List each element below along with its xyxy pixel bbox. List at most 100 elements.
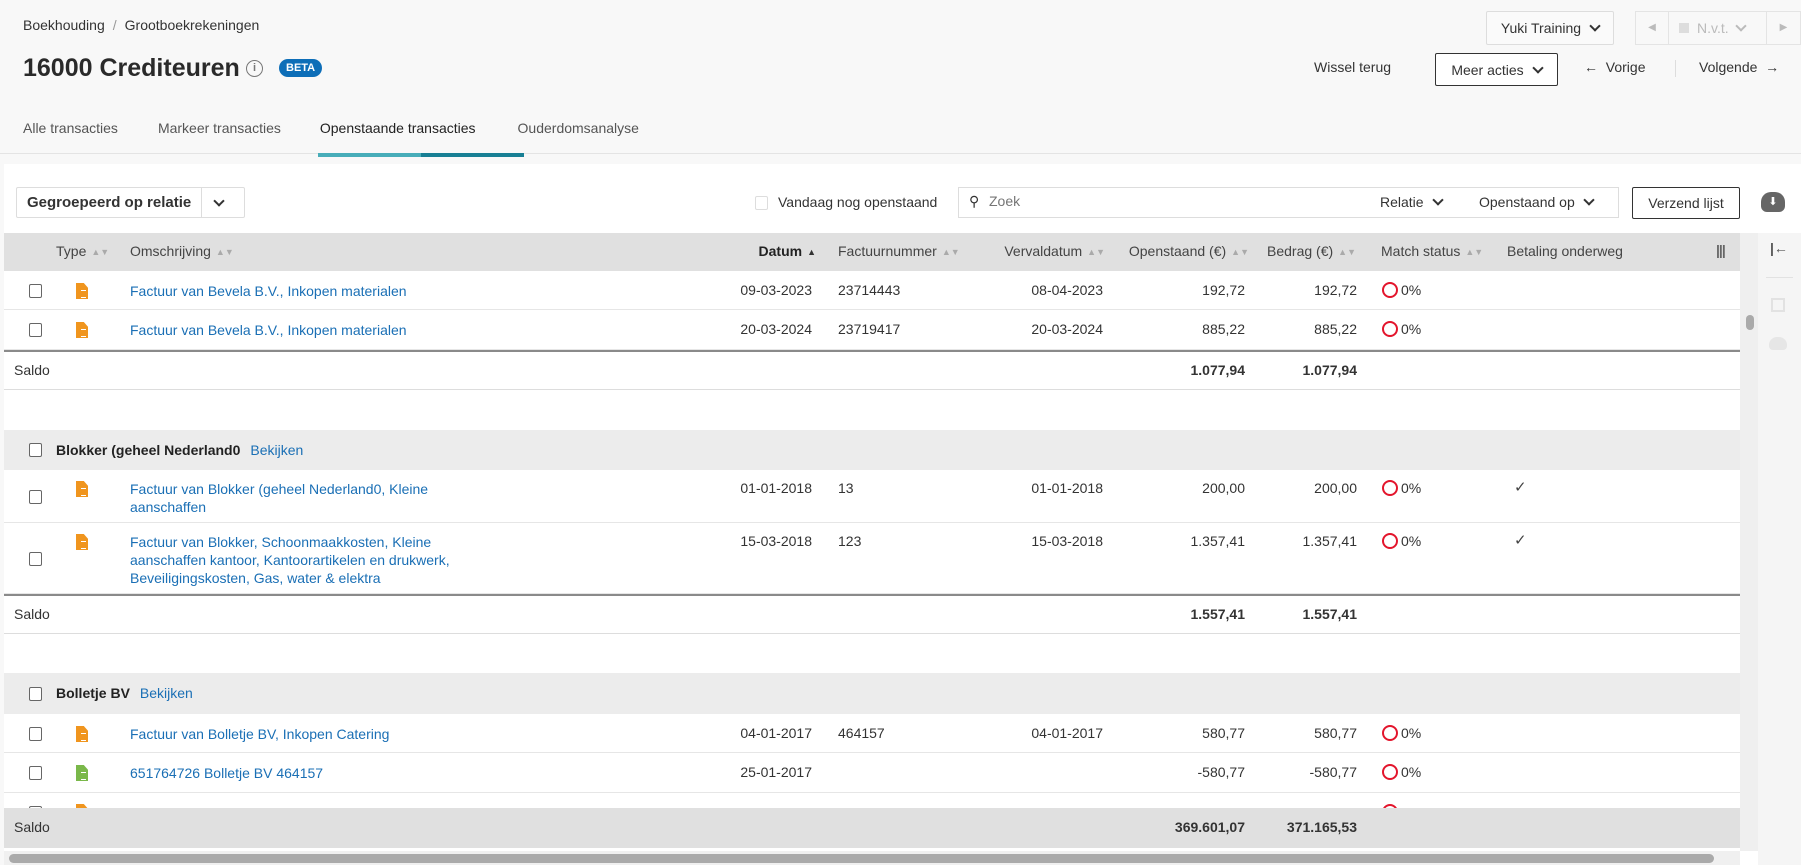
row-open-amount: 192,72: [1202, 282, 1245, 298]
saldo-label: Saldo: [14, 362, 50, 378]
match-percentage: 0%: [1401, 321, 1422, 337]
row-description[interactable]: Factuur van Blokker (geheel Nederland0, …: [130, 480, 460, 516]
payment-underway-check-icon: ✓: [1514, 479, 1527, 496]
period-prev-icon[interactable]: ◀: [1636, 12, 1669, 44]
chevron-down-icon: [1532, 61, 1544, 74]
column-header-open[interactable]: Openstaand (€) ▲▼: [1114, 243, 1249, 259]
group-view-link[interactable]: Bekijken: [140, 685, 193, 701]
table-row: Factuur van Blokker, Schoonmaakkosten, K…: [4, 523, 1740, 594]
payment-document-icon: [76, 765, 88, 781]
row-amount: 1.357,41: [1302, 533, 1358, 549]
previous-label: Vorige: [1605, 59, 1646, 75]
row-amount: -580,77: [1309, 764, 1357, 780]
tab-markeer-transacties[interactable]: Markeer transacties: [158, 120, 281, 136]
row-checkbox[interactable]: [29, 766, 42, 780]
breadcrumb-boekhouding[interactable]: Boekhouding: [23, 17, 105, 33]
row-description[interactable]: 651764726 Bolletje BV 464157: [130, 764, 460, 782]
match-percentage: 0%: [1401, 282, 1422, 298]
match-percentage: 0%: [1401, 480, 1422, 496]
breadcrumb: Boekhouding / Grootboekrekeningen: [23, 17, 259, 33]
table-row: Factuur van Bevela B.V., Inkopen materia…: [4, 310, 1740, 350]
invoice-document-icon: [76, 726, 88, 742]
group-header: Blokker (geheel Nederland0 Bekijken: [4, 430, 1740, 470]
row-match-status: 0%: [1382, 533, 1421, 549]
saldo-row: Saldo 1.557,41 1.557,41: [4, 594, 1740, 634]
next-label: Volgende: [1699, 59, 1758, 75]
row-invoice-number: 23714443: [838, 282, 901, 298]
today-open-checkbox[interactable]: [755, 196, 768, 210]
search-input[interactable]: [989, 193, 1289, 209]
side-panel: |←: [1758, 233, 1801, 865]
total-open: 369.601,07: [1174, 819, 1245, 835]
row-description[interactable]: Factuur van Blokker, Schoonmaakkosten, K…: [130, 533, 460, 587]
row-description[interactable]: Factuur van Bolletje BV, Inkopen Caterin…: [130, 725, 460, 743]
send-list-button[interactable]: Verzend lijst: [1632, 187, 1740, 219]
breadcrumb-grootboekrekeningen[interactable]: Grootboekrekeningen: [125, 17, 260, 33]
column-header-payment[interactable]: Betaling onderweg: [1507, 243, 1623, 259]
match-ring-icon: [1382, 282, 1398, 298]
sort-ascending-icon: ▲: [807, 247, 816, 257]
row-description[interactable]: Factuur van Bevela B.V., Inkopen materia…: [130, 282, 460, 300]
row-due-date: 04-01-2017: [1031, 725, 1103, 741]
row-open-amount: 885,22: [1202, 321, 1245, 337]
search-icon: ⚲: [969, 193, 980, 209]
columns-settings-icon[interactable]: |||: [1716, 242, 1726, 258]
more-actions-button[interactable]: Meer acties: [1435, 53, 1558, 86]
relation-filter[interactable]: Relatie: [1380, 194, 1444, 210]
invoice-document-icon: [76, 534, 88, 550]
column-header-invoice[interactable]: Factuurnummer ▲▼: [838, 243, 960, 259]
saldo-label: Saldo: [14, 606, 50, 622]
cloud-icon: [1769, 337, 1787, 350]
group-name-text: Blokker (geheel Nederland0: [56, 441, 241, 458]
payment-underway-check-icon: ✓: [1514, 532, 1527, 549]
match-ring-icon: [1382, 764, 1398, 780]
row-checkbox[interactable]: [29, 489, 42, 504]
grouping-select[interactable]: Gegroepeerd op relatie: [16, 187, 245, 218]
column-header-description[interactable]: Omschrijving ▲▼: [130, 243, 234, 259]
row-date: 01-01-2018: [740, 480, 812, 496]
cloud-download-icon[interactable]: ⬇: [1761, 192, 1785, 212]
row-amount: 580,77: [1314, 725, 1357, 741]
open-on-filter-label: Openstaand op: [1479, 194, 1575, 210]
column-header-amount[interactable]: Bedrag (€) ▲▼: [1254, 243, 1356, 259]
invoice-document-icon: [76, 481, 88, 497]
table-row: Factuur van Bolletje BV, Inkopen Caterin…: [4, 714, 1740, 753]
group-header: Bolletje BV Bekijken: [4, 673, 1740, 714]
row-checkbox[interactable]: [29, 551, 42, 566]
horizontal-scrollbar[interactable]: [9, 854, 1714, 863]
total-saldo-label: Saldo: [14, 819, 50, 835]
sort-icon: ▲▼: [941, 247, 960, 257]
tab-ouderdomsanalyse[interactable]: Ouderdomsanalyse: [518, 120, 639, 136]
row-amount: 192,72: [1314, 282, 1357, 298]
row-description[interactable]: Factuur van Bevela B.V., Inkopen materia…: [130, 321, 460, 339]
row-checkbox[interactable]: [29, 283, 42, 298]
row-checkbox[interactable]: [29, 323, 42, 337]
row-checkbox[interactable]: [29, 726, 42, 741]
group-checkbox[interactable]: [29, 686, 42, 701]
company-name: Yuki Training: [1500, 20, 1582, 36]
row-match-status: 0%: [1382, 282, 1421, 298]
column-header-due[interactable]: Vervaldatum ▲▼: [964, 243, 1105, 259]
info-icon[interactable]: i: [246, 60, 263, 77]
collapse-panel-icon[interactable]: |←: [1770, 240, 1788, 256]
period-select[interactable]: N.v.t.: [1669, 12, 1767, 44]
transactions-table: Type ▲▼ Omschrijving ▲▼ Datum ▲ Factuurnumm…: [4, 233, 1740, 848]
next-button[interactable]: Volgende →: [1699, 59, 1779, 75]
column-header-type[interactable]: Type ▲▼: [56, 243, 109, 259]
period-next-icon[interactable]: ▶: [1767, 12, 1800, 44]
row-open-amount: 1.357,41: [1190, 533, 1246, 549]
column-header-date[interactable]: Datum ▲: [704, 243, 816, 259]
company-select[interactable]: Yuki Training: [1486, 11, 1614, 45]
previous-button[interactable]: ← Vorige: [1584, 59, 1645, 75]
open-on-filter[interactable]: Openstaand op: [1479, 194, 1595, 210]
tab-openstaande-transacties[interactable]: Openstaande transacties: [320, 120, 476, 136]
row-open-amount: -580,77: [1197, 764, 1245, 780]
switch-back-button[interactable]: Wissel terug: [1314, 59, 1391, 75]
vertical-scrollbar[interactable]: [1746, 315, 1754, 330]
group-name: Bolletje BV Bekijken: [56, 685, 193, 701]
row-open-amount: 580,77: [1202, 725, 1245, 741]
group-view-link[interactable]: Bekijken: [250, 442, 303, 458]
tab-alle-transacties[interactable]: Alle transacties: [23, 120, 118, 136]
group-checkbox[interactable]: [29, 443, 42, 457]
column-header-match[interactable]: Match status ▲▼: [1381, 243, 1483, 259]
